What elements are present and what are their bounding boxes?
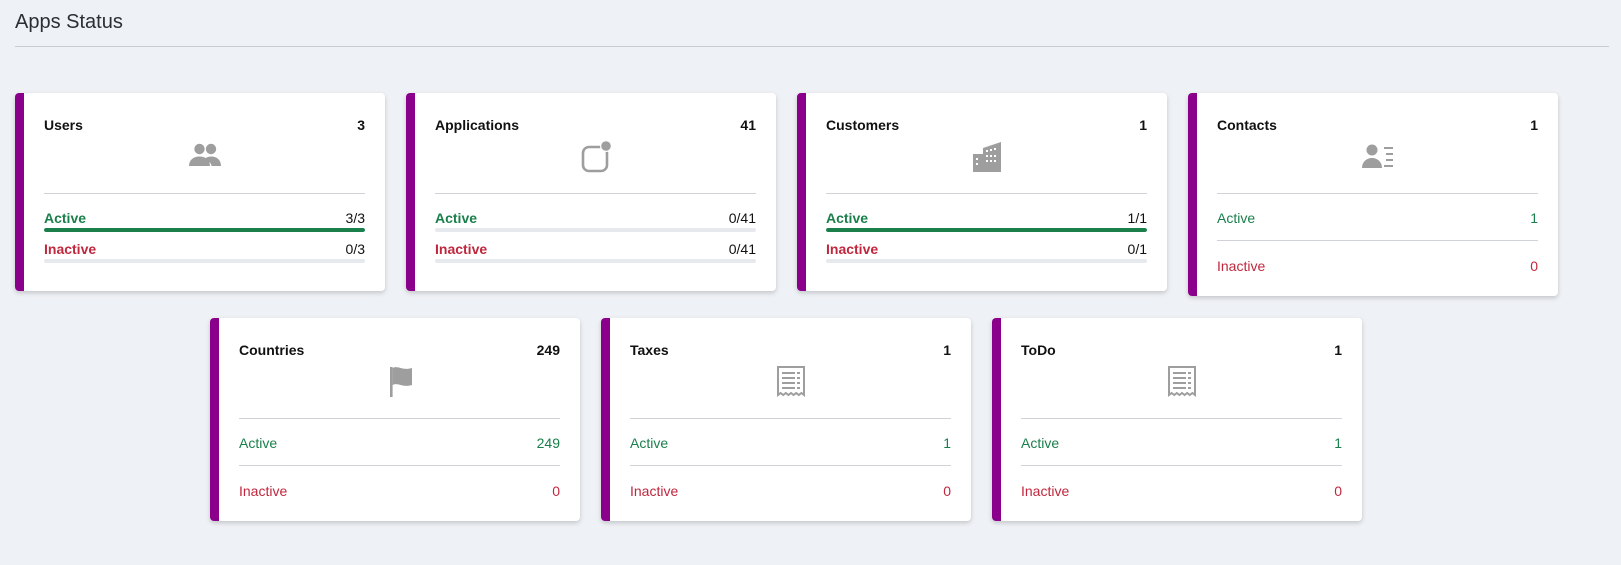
card-customers[interactable]: Customers 1 Active 1/1 Inactive 0/1 [797,93,1167,291]
card-divider [826,193,1147,194]
card-title: Customers [826,117,900,133]
building-icon [969,138,1005,174]
card-title: ToDo [1021,342,1056,358]
stat-inactive: Inactive 0/41 [435,241,756,257]
flag-icon [382,363,418,399]
card-divider [239,418,560,419]
card-applications[interactable]: Applications 41 Active 0/41 Inactive 0/4… [406,93,776,291]
card-accent [601,318,610,521]
active-progress-bar [435,228,756,232]
card-divider [1217,240,1538,241]
card-title: Taxes [630,342,669,358]
card-count: 249 [536,342,560,358]
stat-active: Active 3/3 [44,210,365,226]
page-header: Apps Status [15,0,1609,47]
stat-inactive: Inactive 0 [1217,258,1538,274]
card-divider [44,193,365,194]
stat-active: Active 0/41 [435,210,756,226]
inactive-progress-bar [826,259,1147,263]
contact-card-icon [1360,138,1396,174]
stat-active: Active 1/1 [826,210,1147,226]
stat-active: Active 1 [1217,210,1538,226]
card-divider [1021,465,1342,466]
card-divider [630,418,951,419]
receipt-icon [773,363,809,399]
inactive-progress-bar [435,259,756,263]
card-title: Applications [435,117,520,133]
card-todo[interactable]: ToDo 1 Active 1 Inactive 0 [992,318,1362,521]
stat-active: Active 1 [1021,435,1342,451]
stat-active: Active 1 [630,435,951,451]
card-accent [406,93,415,291]
card-count: 3 [357,117,365,133]
card-count: 1 [1334,342,1342,358]
card-divider [630,465,951,466]
card-count: 1 [1530,117,1538,133]
page-title: Apps Status [15,11,123,33]
card-divider [239,465,560,466]
stat-inactive: Inactive 0 [239,483,560,499]
application-icon [578,138,614,174]
card-title: Countries [239,342,305,358]
card-accent [15,93,24,291]
card-accent [992,318,1001,521]
active-progress-bar [44,228,365,232]
card-divider [1021,418,1342,419]
users-icon [187,138,223,174]
active-progress-bar [826,228,1147,232]
card-divider [435,193,756,194]
stat-active: Active 249 [239,435,560,451]
card-accent [797,93,806,291]
card-title: Users [44,117,83,133]
card-count: 41 [740,117,756,133]
card-taxes[interactable]: Taxes 1 Active 1 Inactive 0 [601,318,971,521]
stat-inactive: Inactive 0/1 [826,241,1147,257]
card-title: Contacts [1217,117,1277,133]
inactive-progress-bar [44,259,365,263]
card-accent [210,318,219,521]
card-contacts[interactable]: Contacts 1 Active 1 Inactive 0 [1188,93,1558,296]
card-count: 1 [943,342,951,358]
stat-inactive: Inactive 0 [1021,483,1342,499]
card-divider [1217,193,1538,194]
card-countries[interactable]: Countries 249 Active 249 Inactive 0 [210,318,580,521]
stat-inactive: Inactive 0/3 [44,241,365,257]
stat-inactive: Inactive 0 [630,483,951,499]
card-users[interactable]: Users 3 Active 3/3 Inactive 0/3 [15,93,385,291]
card-accent [1188,93,1197,296]
receipt-icon [1164,363,1200,399]
card-count: 1 [1139,117,1147,133]
